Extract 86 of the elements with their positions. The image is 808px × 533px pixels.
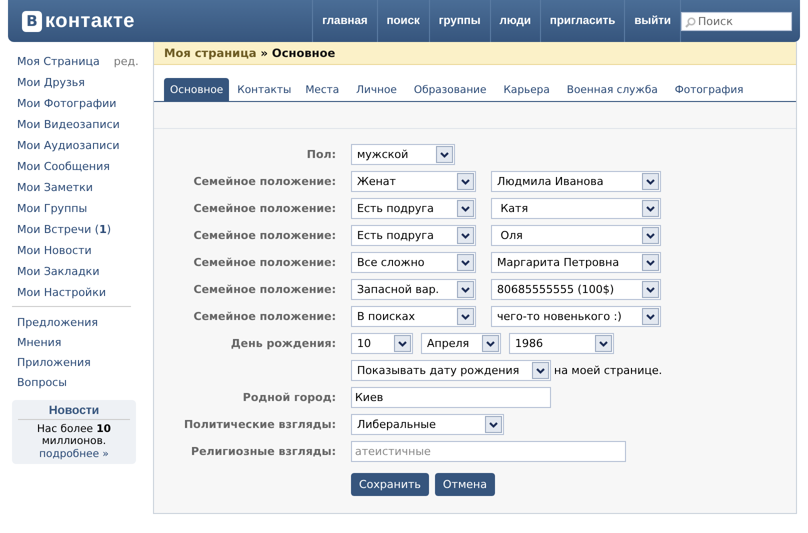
field-label: Семейное положение: [194,256,336,269]
tab[interactable]: Карьера [497,78,556,101]
caret-icon [457,173,474,190]
sidebar-link[interactable]: Мои Друзья [17,76,85,89]
field-label: Пол: [306,148,336,161]
dropdown[interactable]: Запасной вар. [351,279,476,300]
field-label: Религиозные взгляды: [191,445,336,458]
sidebar-link[interactable]: Приложения [17,356,91,368]
tab[interactable]: Места [299,78,346,101]
dropdown[interactable]: Показывать дату рождения [351,360,551,381]
dropdown[interactable]: Оля [491,225,661,246]
sidebar-link[interactable]: Мои Группы [17,202,88,215]
tab[interactable]: Контакты [231,78,298,101]
text-field[interactable]: атеистичные [351,441,626,462]
tab[interactable]: Личное [350,78,403,101]
field-hint: на моей странице. [554,364,662,377]
dropdown[interactable]: 80685555555 (100$) [491,279,661,300]
tab[interactable]: Военная служба [560,78,664,101]
dropdown[interactable]: Есть подруга [351,225,476,246]
sidebar-link[interactable]: Мнения [17,336,62,348]
search-icon [685,16,696,28]
field-label: Политические взгляды: [184,418,336,431]
dropdown[interactable]: Людмила Иванова [491,171,661,192]
field-label: Семейное положение: [194,202,336,215]
caret-icon [457,227,474,244]
sidebar-link[interactable]: Мои Фотографии [17,97,116,110]
sidebar-link[interactable]: Мои Аудиозаписи [17,139,120,152]
caret-icon [642,308,659,325]
logo-mark[interactable]: В [22,10,42,32]
breadcrumb-link[interactable]: Моя страница [164,46,256,60]
dropdown[interactable]: Женат [351,171,476,192]
field-label: Семейное положение: [194,310,336,323]
sidebar-link[interactable]: Мои Сообщения [17,160,110,173]
dropdown[interactable]: Есть подруга [351,198,476,219]
field-label: Семейное положение: [194,283,336,296]
caret-icon [457,308,474,325]
caret-icon [532,362,549,379]
caret-icon [642,227,659,244]
caret-icon [482,335,499,352]
sidebar-link[interactable]: Моя Страница [17,55,100,68]
caret-icon [457,254,474,271]
sidebar-link[interactable]: Предложения [17,316,98,328]
breadcrumb-current: » Основное [260,46,336,60]
sidebar-link[interactable]: Мои Заметки [17,181,93,194]
dropdown[interactable]: мужской [351,144,455,165]
field-label: Семейное положение: [194,229,336,242]
news-text: Нас более 10 миллионов. [36,423,112,447]
caret-icon [394,335,411,352]
dropdown[interactable]: Маргарита Петровна [491,252,661,273]
tab[interactable]: Образование [408,78,492,101]
field-label: День рождения: [230,337,336,350]
sidebar-link[interactable]: Мои Закладки [17,265,100,278]
field-label: Родной город: [242,391,336,404]
caret-icon [457,281,474,298]
form-button[interactable]: Сохранить [351,473,429,496]
caret-icon [595,335,612,352]
dropdown[interactable]: Апреля [421,333,501,354]
logo-text[interactable]: контакте [45,10,135,32]
caret-icon [642,200,659,217]
form-button[interactable]: Отмена [434,473,495,496]
news-title: Новости [18,403,130,420]
sidebar-link[interactable]: Мои Видеозаписи [17,118,120,131]
sidebar-link[interactable]: Мои Новости [17,244,92,257]
dropdown[interactable]: 1986 [509,333,614,354]
tab[interactable]: Основное [164,78,230,101]
dropdown[interactable]: Либеральные [351,414,504,435]
caret-icon [642,173,659,190]
dropdown[interactable]: 10 [351,333,413,354]
caret-icon [485,416,502,433]
more-link[interactable]: подробнее » [39,448,109,460]
text-field[interactable]: Киев [351,387,551,408]
tab[interactable]: Фотография [668,78,750,101]
dropdown[interactable]: Все сложно [351,252,476,273]
dropdown[interactable]: Катя [491,198,661,219]
caret-icon [436,146,453,163]
dropdown[interactable]: чего-то новенького :) [491,306,661,327]
dropdown[interactable]: В поисках [351,306,476,327]
caret-icon [642,254,659,271]
sidebar-link[interactable]: Мои Настройки [17,286,106,299]
sidebar-link[interactable]: Вопросы [17,376,67,388]
field-label: Семейное положение: [194,175,336,188]
caret-icon [457,200,474,217]
sidebar-link[interactable]: Мои Встречи (1) [17,223,112,236]
caret-icon [642,281,659,298]
search-field[interactable]: Поиск [681,12,792,30]
edit-link[interactable]: ред. [114,55,139,68]
